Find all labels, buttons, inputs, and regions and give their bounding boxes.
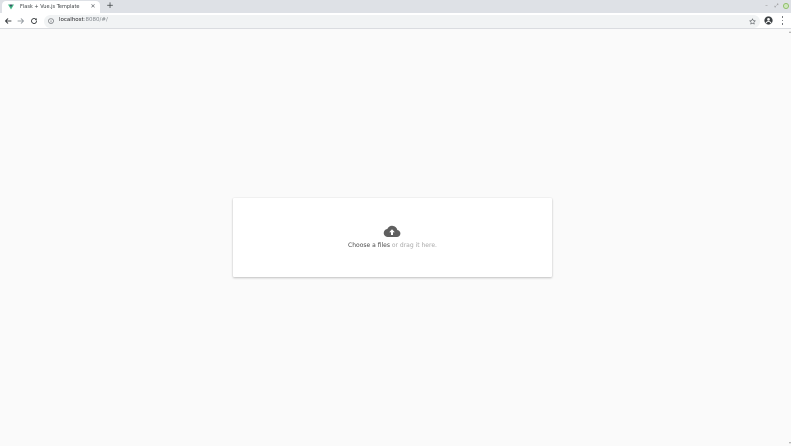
forward-arrow-icon: [17, 18, 24, 24]
menu-kebab-icon[interactable]: [781, 16, 784, 25]
profile-icon[interactable]: [764, 16, 773, 25]
cloud-upload-icon: [383, 225, 401, 237]
drag-hint: or drag it here.: [389, 242, 437, 249]
scroll-down-arrow-icon[interactable]: [788, 442, 791, 444]
vue-logo-icon: [8, 4, 14, 10]
url-text[interactable]: localhost:8080/#/: [59, 18, 108, 24]
back-arrow-icon: [5, 18, 12, 24]
tab-close-icon[interactable]: ✕: [89, 4, 97, 10]
browser-toolbar: localhost:8080/#/: [0, 13, 791, 29]
window-controls: – ⤢: [763, 0, 789, 12]
reload-icon: [31, 18, 37, 24]
restore-button[interactable]: ⤢: [773, 3, 780, 9]
window-status-icon[interactable]: [783, 3, 789, 9]
choose-files-link[interactable]: Choose a files: [348, 242, 390, 249]
url-path: :8080/#/: [83, 17, 108, 24]
dropzone-text: Choose a files or drag it here.: [233, 242, 552, 249]
new-tab-button[interactable]: +: [105, 1, 115, 11]
info-icon[interactable]: [48, 18, 54, 24]
page-scrollbar[interactable]: [787, 29, 791, 446]
tab-title: Flask + Vue.js Template: [20, 4, 80, 10]
page-content: Choose a files or drag it here.: [0, 29, 791, 446]
forward-button[interactable]: [15, 15, 27, 27]
reload-button[interactable]: [28, 15, 40, 27]
file-dropzone[interactable]: Choose a files or drag it here.: [233, 198, 552, 277]
browser-tab[interactable]: Flask + Vue.js Template ✕: [2, 1, 100, 13]
scroll-up-arrow-icon[interactable]: [788, 31, 791, 33]
tab-strip: Flask + Vue.js Template ✕ + – ⤢: [0, 0, 791, 13]
url-host: localhost: [59, 17, 84, 24]
minimize-button[interactable]: –: [763, 3, 770, 9]
back-button[interactable]: [2, 15, 14, 27]
address-bar[interactable]: localhost:8080/#/: [44, 14, 760, 28]
star-icon[interactable]: [749, 17, 756, 25]
